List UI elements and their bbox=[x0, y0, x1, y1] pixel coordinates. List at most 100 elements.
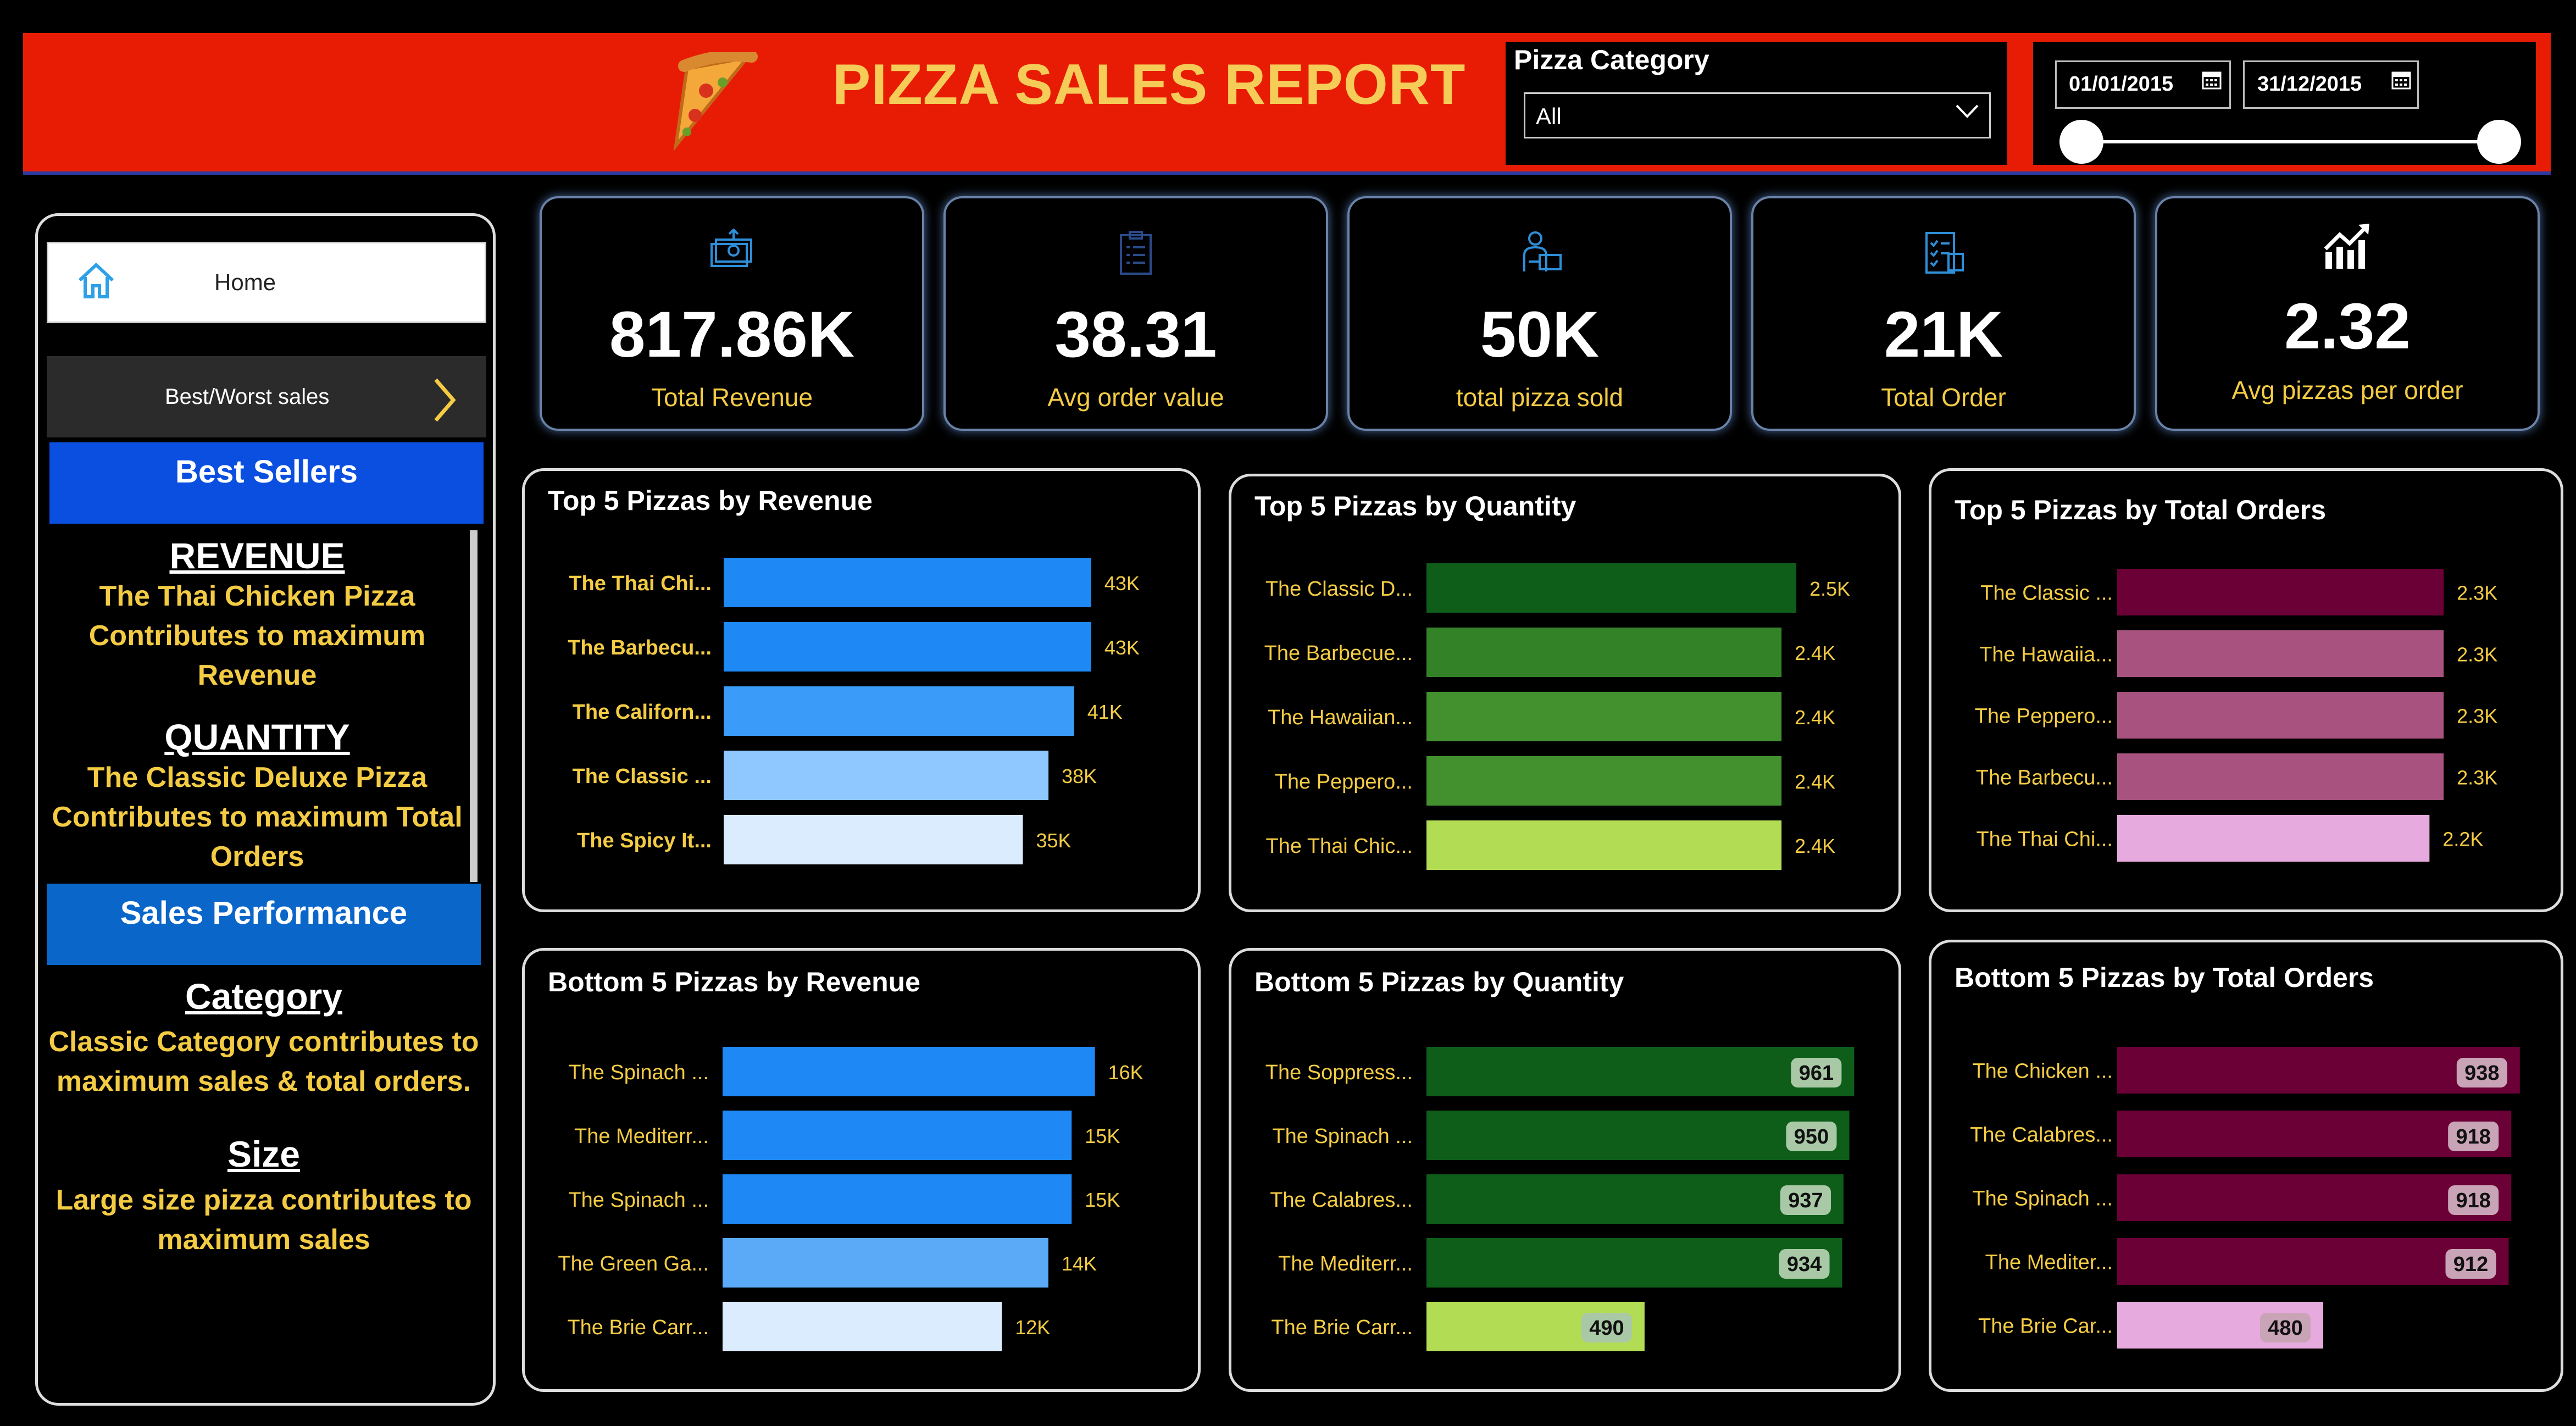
calendar-icon[interactable] bbox=[2201, 69, 2223, 93]
kpi-card-avg-pizzas-per-order: 2.32 Avg pizzas per order bbox=[2155, 196, 2540, 431]
chart-bottom5-revenue: Bottom 5 Pizzas by Revenue The Spinach .… bbox=[522, 948, 1201, 1392]
bar bbox=[724, 751, 1049, 800]
data-label: 35K bbox=[1036, 829, 1071, 852]
bar bbox=[2117, 815, 2430, 862]
chart-bottom5-quantity: Bottom 5 Pizzas by Quantity The Soppress… bbox=[1229, 948, 1901, 1392]
bar bbox=[1426, 628, 1782, 677]
category-dropdown-value: All bbox=[1536, 103, 1562, 129]
delivery-icon bbox=[1350, 229, 1730, 281]
kpi-label: Total Order bbox=[1881, 383, 2006, 412]
best-worst-sales-label: Best/Worst sales bbox=[165, 385, 330, 409]
data-label: 950 bbox=[1794, 1125, 1829, 1148]
pizza-slice-icon bbox=[654, 49, 758, 154]
revenue-insight: The Thai Chicken Pizza Contributes to ma… bbox=[88, 580, 426, 691]
bar-chart-svg: The Spinach ... 16K The Mediterr... 15K The … bbox=[558, 1047, 1143, 1351]
data-label: 2.4K bbox=[1795, 642, 1835, 664]
kpi-card-total-revenue: 817.86K Total Revenue bbox=[540, 196, 924, 431]
category-label: The Peppero... bbox=[1975, 705, 2113, 728]
kpi-value: 817.86K bbox=[609, 298, 855, 371]
quantity-heading: QUANTITY bbox=[164, 717, 350, 757]
data-label: 38K bbox=[1062, 765, 1097, 787]
bar bbox=[724, 558, 1091, 607]
chevron-down-icon[interactable] bbox=[1953, 100, 1981, 125]
data-label: 15K bbox=[1085, 1125, 1120, 1147]
category-label: The Brie Carr... bbox=[567, 1316, 709, 1339]
category-label: The Spinach ... bbox=[568, 1189, 709, 1212]
start-date-value: 01/01/2015 bbox=[2069, 73, 2174, 96]
quantity-insight: The Classic Deluxe Pizza Contributes to … bbox=[52, 762, 463, 873]
category-label: The Barbecue... bbox=[1264, 642, 1413, 665]
kpi-value: 38.31 bbox=[1054, 298, 1217, 371]
date-slider-end-handle[interactable] bbox=[2477, 120, 2521, 164]
data-label: 2.4K bbox=[1795, 835, 1835, 857]
best-sellers-insights[interactable]: REVENUE The Thai Chicken Pizza Contribut… bbox=[37, 525, 477, 882]
kpi-value: 21K bbox=[1884, 298, 2003, 371]
growth-chart-icon bbox=[2157, 221, 2538, 274]
bar bbox=[1426, 820, 1782, 870]
data-label: 961 bbox=[1799, 1062, 1834, 1085]
data-label: 490 bbox=[1589, 1317, 1624, 1340]
report-title: PIZZA SALES REPORT bbox=[832, 53, 1466, 116]
bar-chart-svg: The Chicken ... 938 The Calabres... 918 The … bbox=[1970, 1047, 2520, 1349]
chart-bottom5-total-orders: Bottom 5 Pizzas by Total Orders The Chic… bbox=[1929, 940, 2563, 1392]
data-label: 41K bbox=[1087, 701, 1123, 723]
kpi-label: Total Revenue bbox=[651, 383, 813, 412]
data-label: 938 bbox=[2464, 1062, 2499, 1085]
kpi-label: Avg order value bbox=[1047, 383, 1224, 412]
bar bbox=[2117, 692, 2444, 739]
data-label: 918 bbox=[2456, 1189, 2490, 1212]
calendar-icon[interactable] bbox=[2390, 69, 2412, 93]
kpi-card-avg-order-value: 38.31 Avg order value bbox=[943, 196, 1328, 431]
best-sellers-label: Best Sellers bbox=[175, 454, 358, 490]
data-label: 480 bbox=[2268, 1317, 2302, 1340]
data-label: 12K bbox=[1015, 1316, 1050, 1339]
category-label: The Spinach ... bbox=[1272, 1125, 1413, 1148]
category-label: The Hawaiia... bbox=[1979, 643, 2113, 667]
bar bbox=[2117, 630, 2444, 677]
category-label: The Calabres... bbox=[1270, 1189, 1413, 1212]
category-filter-label: Pizza Category bbox=[1514, 45, 1709, 75]
data-label: 14K bbox=[1062, 1252, 1097, 1275]
clipboard-icon bbox=[946, 229, 1326, 281]
data-label: 2.3K bbox=[2457, 643, 2497, 666]
category-label: The Calabres... bbox=[1970, 1124, 2113, 1147]
revenue-heading: REVENUE bbox=[169, 535, 345, 576]
home-label: Home bbox=[214, 269, 276, 295]
chevron-right-icon[interactable] bbox=[430, 375, 458, 428]
bar bbox=[724, 686, 1074, 736]
size-insight: Large size pizza contributes to maximum … bbox=[55, 1184, 472, 1256]
date-slider-start-handle[interactable] bbox=[2059, 120, 2103, 164]
data-label: 2.4K bbox=[1795, 770, 1835, 793]
bar bbox=[1426, 1111, 1850, 1160]
size-heading: Size bbox=[227, 1134, 301, 1174]
bar bbox=[2117, 753, 2444, 800]
bar bbox=[723, 1238, 1048, 1288]
bar bbox=[1426, 692, 1782, 741]
bar bbox=[2117, 569, 2444, 615]
insights-scrollbar[interactable] bbox=[470, 530, 478, 882]
chart-top5-total-orders: Top 5 Pizzas by Total Orders The Classic… bbox=[1929, 468, 2563, 912]
category-label: The Classic ... bbox=[1980, 582, 2113, 605]
category-label: The Thai Chic... bbox=[1265, 835, 1413, 858]
bar bbox=[723, 1302, 1002, 1351]
data-label: 43K bbox=[1104, 636, 1140, 659]
bar bbox=[723, 1047, 1095, 1096]
home-icon bbox=[74, 258, 118, 305]
bar bbox=[1426, 1047, 1855, 1096]
data-label: 937 bbox=[1788, 1189, 1823, 1212]
kpi-value: 50K bbox=[1480, 298, 1600, 371]
data-label: 2.3K bbox=[2457, 705, 2497, 728]
bar bbox=[1426, 756, 1782, 806]
bar-chart-svg: The Soppress... 961 The Spinach ... 950 The … bbox=[1265, 1047, 1855, 1351]
kpi-label: total pizza sold bbox=[1456, 383, 1624, 412]
date-range-slider-track[interactable] bbox=[2080, 140, 2499, 143]
category-label: The Soppress... bbox=[1265, 1061, 1413, 1084]
category-dropdown[interactable] bbox=[1524, 92, 1991, 138]
kpi-card-total-order: 21K Total Order bbox=[1751, 196, 2136, 431]
category-label: The Barbecu... bbox=[1976, 767, 2113, 790]
bar bbox=[723, 1111, 1072, 1160]
category-label: The Spinach ... bbox=[1972, 1188, 2113, 1211]
bar bbox=[723, 1174, 1072, 1224]
data-label: 16K bbox=[1108, 1061, 1143, 1084]
category-label: The Chicken ... bbox=[1972, 1060, 2113, 1083]
